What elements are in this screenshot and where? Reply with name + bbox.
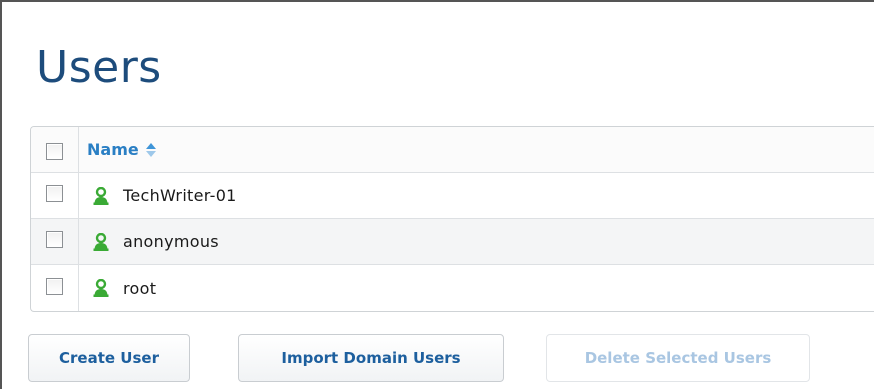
name-cell: root [79, 265, 874, 311]
user-name[interactable]: TechWriter-01 [123, 186, 237, 205]
row-checkbox-cell [31, 219, 79, 264]
name-cell: TechWriter-01 [79, 173, 874, 218]
name-column-header[interactable]: Name [87, 140, 157, 159]
row-checkbox-cell [31, 265, 79, 311]
user-icon [93, 186, 109, 205]
select-all-checkbox[interactable] [46, 143, 63, 160]
select-all-cell [31, 127, 79, 172]
page-title: Users [36, 42, 162, 93]
name-cell: anonymous [79, 219, 874, 264]
name-column-label: Name [87, 140, 139, 159]
row-checkbox[interactable] [46, 231, 63, 248]
users-table: Name TechWriter-01 anonymous root [30, 126, 874, 312]
user-name[interactable]: root [123, 279, 156, 298]
user-icon [93, 232, 109, 251]
create-user-button[interactable]: Create User [28, 334, 190, 382]
user-name[interactable]: anonymous [123, 232, 219, 251]
users-panel: Users Name TechWriter-01 anonymous root … [0, 0, 874, 389]
user-icon [93, 279, 109, 297]
name-column-header-cell: Name [79, 127, 874, 172]
row-checkbox-cell [31, 173, 79, 218]
table-header-row: Name [31, 127, 874, 173]
sort-ascending-icon[interactable] [145, 142, 157, 158]
row-checkbox[interactable] [46, 277, 63, 295]
import-domain-users-button[interactable]: Import Domain Users [238, 334, 504, 382]
table-row[interactable]: anonymous [31, 219, 874, 265]
table-row[interactable]: TechWriter-01 [31, 173, 874, 219]
table-row[interactable]: root [31, 265, 874, 311]
row-checkbox[interactable] [46, 185, 63, 202]
delete-selected-users-button[interactable]: Delete Selected Users [546, 334, 810, 382]
